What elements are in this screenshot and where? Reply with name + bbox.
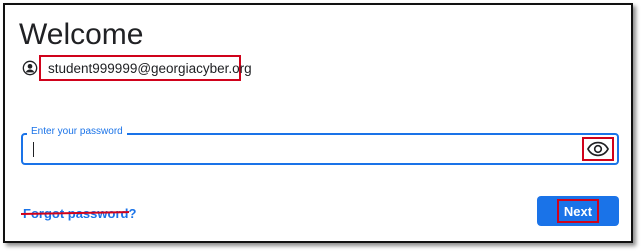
- next-button[interactable]: [537, 196, 619, 226]
- eye-icon: [587, 141, 609, 157]
- sign-in-card: Welcome student999999@georgiacyber.org E…: [3, 3, 633, 243]
- page-title: Welcome: [19, 18, 144, 51]
- account-chip[interactable]: student999999@georgiacyber.org: [39, 55, 252, 81]
- account-circle-icon: [22, 60, 38, 76]
- account-email: student999999@georgiacyber.org: [48, 60, 252, 76]
- text-caret: [33, 142, 34, 157]
- show-password-button[interactable]: [582, 137, 614, 161]
- password-label: Enter your password: [27, 126, 127, 138]
- password-input[interactable]: [27, 138, 583, 160]
